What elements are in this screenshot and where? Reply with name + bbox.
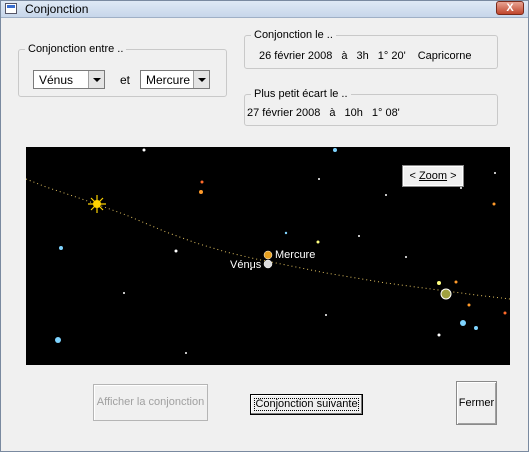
planet2-select[interactable]: Mercure: [140, 70, 210, 89]
smallest-gap-legend: Plus petit écart le ..: [254, 88, 348, 100]
conjunction-at: à: [341, 50, 348, 62]
focus-rect: [254, 398, 359, 411]
mercure-planet-icon: [263, 250, 273, 260]
venus-planet-icon: [263, 259, 273, 269]
connector-label: et: [120, 73, 131, 87]
outer-planet-icon: [440, 288, 452, 300]
smallest-gap-angle: 1° 08': [371, 107, 400, 119]
afficher-conjonction-button[interactable]: Afficher la conjonction: [93, 384, 208, 421]
window-title: Conjonction: [25, 2, 89, 16]
conjunction-details: 26 février 2008 à 3h 1° 20' Capricorne: [259, 50, 481, 62]
conjunction-angle: 1° 20': [377, 50, 406, 62]
fermer-button[interactable]: Fermer: [456, 381, 497, 425]
zoom-label: Zoom: [418, 170, 448, 182]
conjunction-group: Conjonction le ..: [244, 29, 498, 69]
conjunction-sign: Capricorne: [417, 50, 472, 62]
conjunction-date: 26 février 2008: [259, 50, 333, 62]
conjunction-legend: Conjonction le ..: [254, 29, 333, 41]
zoom-prefix: <: [409, 170, 416, 182]
smallest-gap-hour: 10h: [344, 107, 363, 119]
label-mercure: Mercure: [275, 249, 316, 261]
planet2-value: Mercure: [146, 73, 191, 87]
zoom-button[interactable]: < Zoom >: [402, 165, 464, 187]
smallest-gap-date: 27 février 2008: [247, 107, 321, 119]
ecliptic-line: [26, 178, 510, 300]
chevron-down-icon[interactable]: [88, 71, 104, 88]
zoom-suffix: >: [450, 170, 457, 182]
smallest-gap-at: à: [329, 107, 336, 119]
planet1-value: Vénus: [39, 73, 74, 87]
planet-selection-legend: Conjonction entre ..: [28, 43, 124, 55]
sky-map[interactable]: < Zoom > Mercure Vénus: [26, 147, 510, 365]
conjunction-hour: 3h: [356, 50, 369, 62]
planet1-select[interactable]: Vénus: [33, 70, 105, 89]
app-icon: [5, 3, 17, 14]
title-bar: Conjonction X: [1, 1, 528, 18]
conjonction-window: Conjonction X Conjonction entre .. Vénus…: [0, 0, 529, 452]
label-venus: Vénus: [230, 259, 262, 271]
smallest-gap-details: 27 février 2008 à 10h 1° 08': [247, 107, 409, 119]
chevron-down-icon[interactable]: [193, 71, 209, 88]
conjonction-suivante-button[interactable]: Conjonction suivante: [250, 394, 363, 415]
sun-icon: [88, 195, 106, 213]
close-button[interactable]: X: [496, 1, 524, 15]
